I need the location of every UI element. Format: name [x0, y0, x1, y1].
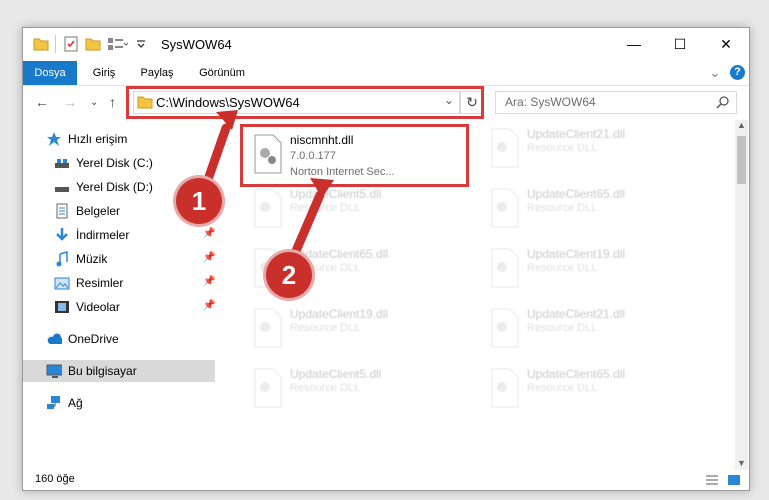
- step-1-badge: 1: [176, 178, 222, 224]
- arrow-2-head: [310, 178, 334, 198]
- step-2-badge: 2: [266, 252, 312, 298]
- arrow-2: [288, 190, 325, 263]
- annotation-arrows: [200, 110, 334, 263]
